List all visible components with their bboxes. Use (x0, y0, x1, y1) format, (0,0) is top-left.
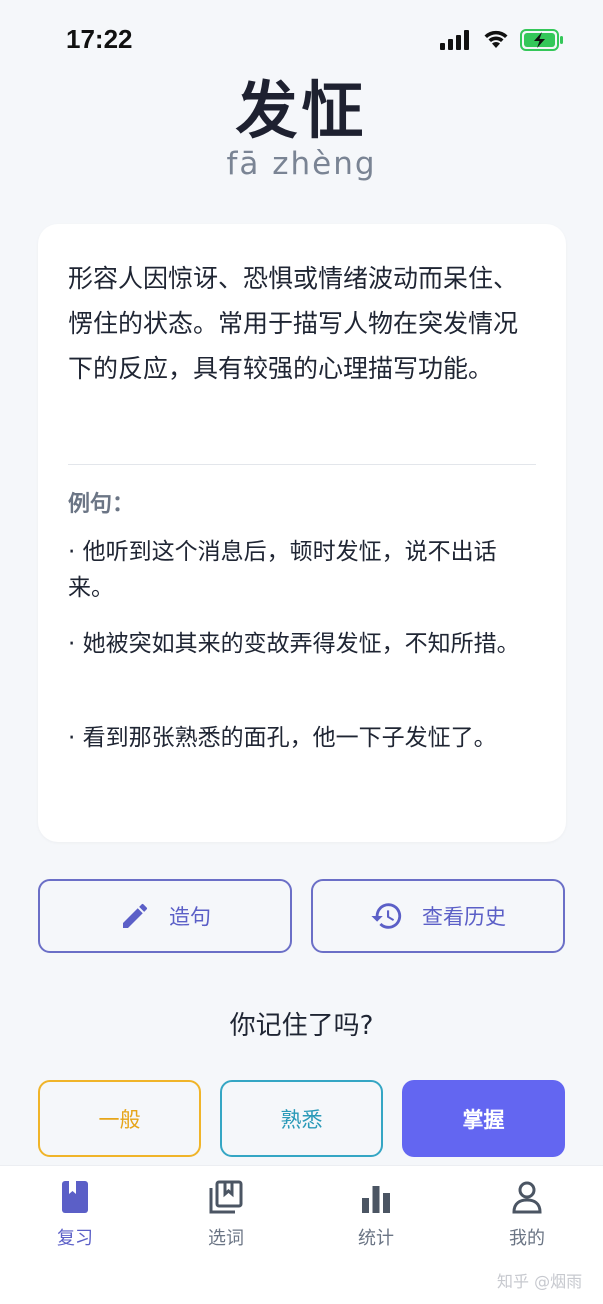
bar-chart-icon (362, 1186, 390, 1213)
cellular-signal-icon (440, 30, 469, 50)
history-icon (370, 899, 404, 933)
tab-select-words[interactable]: 选词 (171, 1180, 281, 1250)
word-title: 发怔 (235, 74, 368, 147)
card-divider (68, 464, 536, 465)
definition-card: 形容人因惊讶、恐惧或情绪波动而呆住、愣住的状态。常用于描写人物在突发情况下的反应… (38, 224, 566, 842)
word-pinyin: fā zhèng (226, 146, 377, 182)
tab-profile-label: 我的 (509, 1228, 545, 1249)
tab-profile[interactable]: 我的 (472, 1180, 582, 1250)
definition-text: 形容人因惊讶、恐惧或情绪波动而呆住、愣住的状态。常用于描写人物在突发情况下的反应… (68, 264, 519, 383)
library-icon (209, 1180, 243, 1214)
tab-select-label: 选词 (208, 1228, 244, 1249)
status-time: 17:22 (66, 24, 133, 54)
make-sentence-button[interactable]: 造句 (38, 879, 292, 953)
tab-review[interactable]: 复习 (20, 1180, 130, 1250)
example-sentence: · 她被突如其来的变故弄得发怔，不知所措。 (68, 631, 520, 657)
view-history-button[interactable]: 查看历史 (311, 879, 565, 953)
rate-normal-button[interactable]: 一般 (38, 1080, 201, 1157)
tab-review-label: 复习 (57, 1228, 93, 1249)
example-sentence: · 看到那张熟悉的面孔，他一下子发怔了。 (68, 725, 497, 751)
tab-stats[interactable]: 统计 (321, 1180, 431, 1250)
wifi-icon (484, 30, 508, 48)
rate-master-button[interactable]: 掌握 (402, 1080, 565, 1157)
make-sentence-label: 造句 (169, 905, 211, 929)
examples-label: 例句： (68, 492, 135, 517)
battery-charging-icon (520, 29, 563, 51)
rate-familiar-button[interactable]: 熟悉 (220, 1080, 383, 1157)
pencil-icon (119, 900, 151, 932)
memory-question: 你记住了吗? (229, 1011, 374, 1041)
person-icon (512, 1181, 542, 1214)
book-icon (62, 1181, 88, 1213)
tab-stats-label: 统计 (358, 1228, 394, 1249)
view-history-label: 查看历史 (422, 905, 506, 929)
example-sentence: · 他听到这个消息后，顿时发怔，说不出话来。 (68, 539, 497, 601)
watermark: 知乎 @烟雨 (497, 1272, 583, 1291)
